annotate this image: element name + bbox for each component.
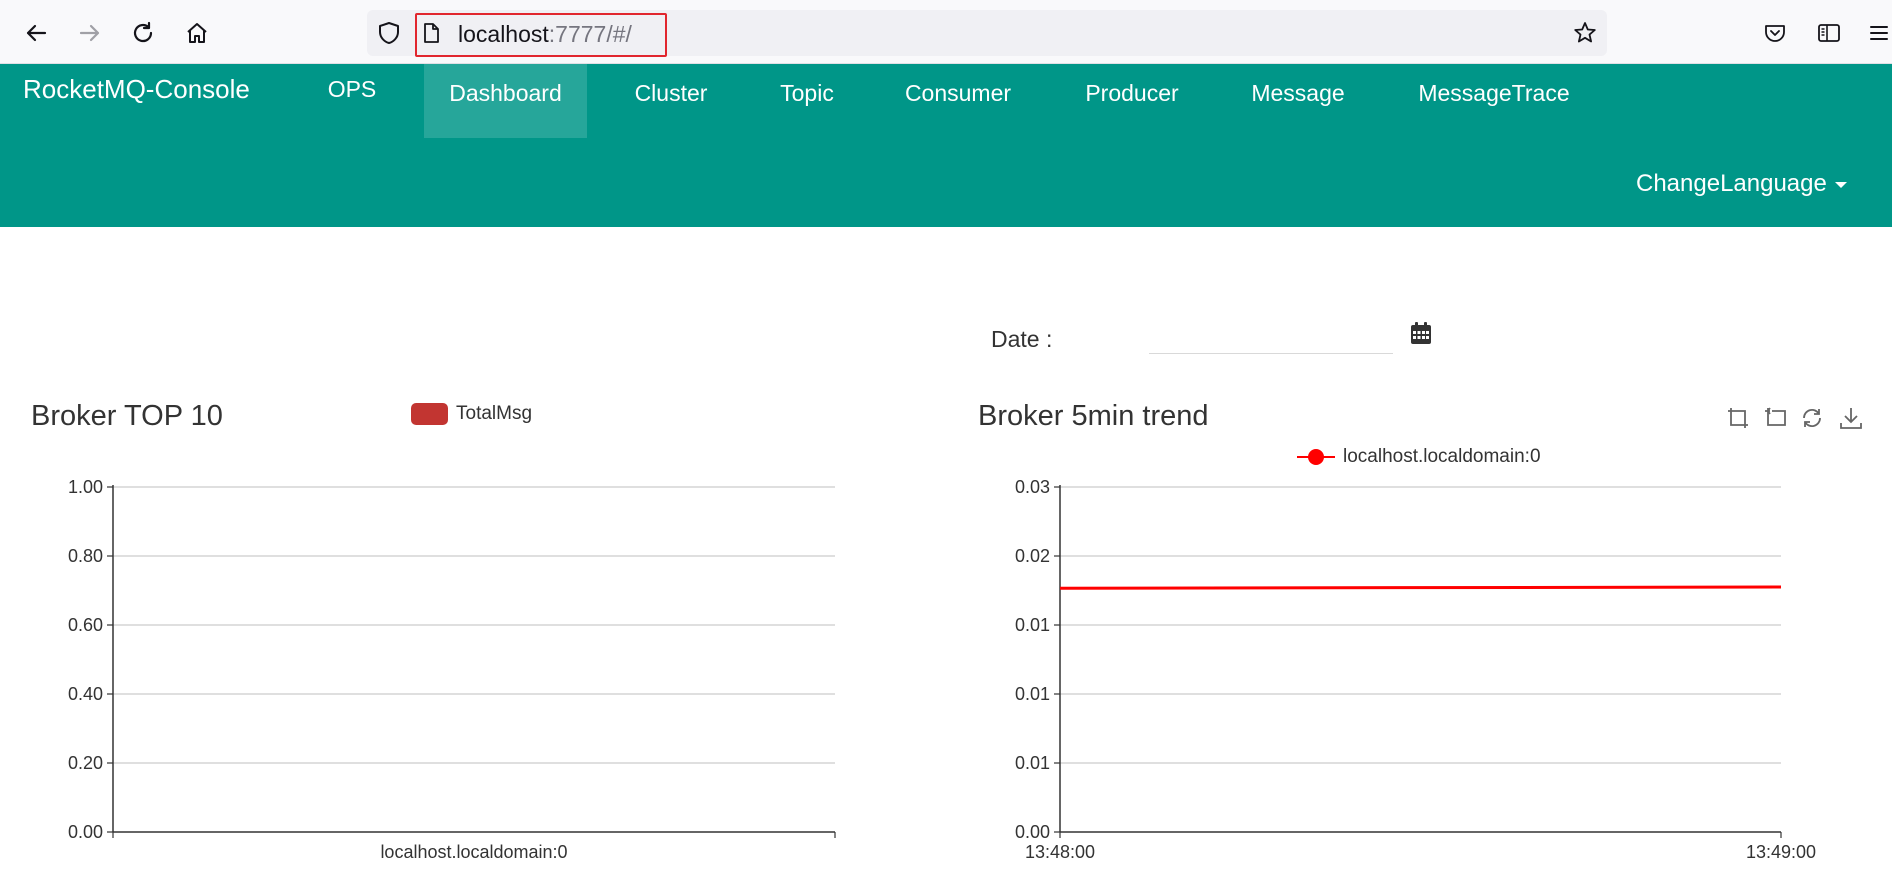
caret-down-icon xyxy=(1834,181,1847,188)
change-language-dropdown[interactable]: ChangeLanguage xyxy=(1636,170,1847,198)
home-icon[interactable] xyxy=(180,16,214,50)
save-image-icon[interactable] xyxy=(1838,405,1864,436)
shield-icon[interactable] xyxy=(372,16,406,50)
y-tick-label: 0.01 xyxy=(1015,684,1050,704)
calendar-icon[interactable] xyxy=(1410,321,1432,350)
y-tick-label: 0.01 xyxy=(1015,615,1050,635)
x-tick-label: 13:48:00 xyxy=(1025,842,1095,862)
x-tick-label: 13:49:00 xyxy=(1746,842,1816,862)
y-tick-label: 0.00 xyxy=(1015,822,1050,842)
y-tick-label: 0.01 xyxy=(1015,753,1050,773)
zoom-select-icon[interactable] xyxy=(1725,405,1751,436)
nav-item-ops[interactable]: OPS xyxy=(306,64,398,138)
legend-item-totalmsg[interactable]: TotalMsg xyxy=(411,403,532,425)
y-tick-label: 0.03 xyxy=(1015,477,1050,497)
url-text[interactable]: localhost:7777/#/ xyxy=(458,21,632,48)
nav-item-topic[interactable]: Topic xyxy=(760,64,854,138)
nav-item-producer[interactable]: Producer xyxy=(1070,64,1194,138)
forward-arrow-icon[interactable] xyxy=(73,16,107,50)
nav-item-message[interactable]: Message xyxy=(1234,64,1362,138)
date-input[interactable] xyxy=(1149,324,1393,354)
chart-broker-trend: 0.00 0.01 0.01 0.01 0.02 0.03 13:48:00 13:49:00 xyxy=(1015,477,1816,862)
chart-title-broker-trend: Broker 5min trend xyxy=(978,400,1209,432)
url-host: localhost xyxy=(458,21,549,47)
y-tick-label: 0.02 xyxy=(1015,546,1050,566)
browser-toolbar: localhost:7777/#/ xyxy=(0,0,1892,64)
menu-icon[interactable] xyxy=(1862,16,1892,50)
legend-swatch-totalmsg xyxy=(411,403,448,425)
pocket-icon[interactable] xyxy=(1758,16,1792,50)
url-path: :7777/#/ xyxy=(548,21,632,47)
nav-item-messagetrace[interactable]: MessageTrace xyxy=(1402,64,1586,138)
zoom-reset-icon[interactable] xyxy=(1762,405,1788,436)
legend-label-totalmsg: TotalMsg xyxy=(456,403,533,424)
reload-icon[interactable] xyxy=(126,16,160,50)
date-label: Date : xyxy=(991,326,1053,352)
sidebar-icon[interactable] xyxy=(1812,16,1846,50)
nav-item-cluster[interactable]: Cluster xyxy=(611,64,731,138)
brand-logo[interactable]: RocketMQ-Console xyxy=(23,74,250,105)
change-language-label: ChangeLanguage xyxy=(1636,170,1827,197)
nav-item-consumer[interactable]: Consumer xyxy=(886,64,1030,138)
nav-item-dashboard[interactable]: Dashboard xyxy=(424,64,587,138)
restore-icon[interactable] xyxy=(1799,405,1825,436)
series-line xyxy=(1059,585,1782,590)
chart-title-broker-top10: Broker TOP 10 xyxy=(31,400,223,432)
back-arrow-icon[interactable] xyxy=(19,16,53,50)
bookmark-star-icon[interactable] xyxy=(1568,16,1602,50)
